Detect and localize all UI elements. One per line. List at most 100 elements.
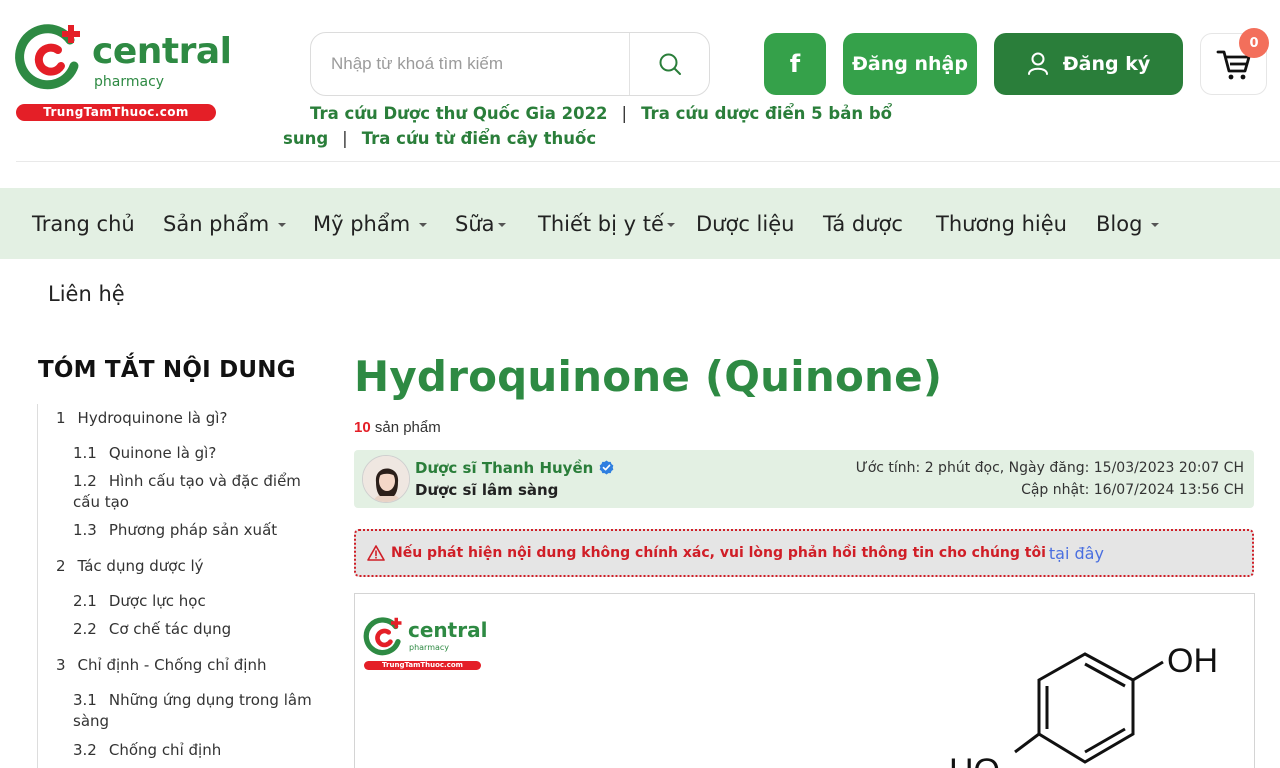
toc-item-number: 1.2 xyxy=(73,472,97,490)
toc-item-number: 2.2 xyxy=(73,620,97,638)
toc-item-label: Hình cấu tạo và đặc điểm cấu tạo xyxy=(73,472,301,511)
feedback-link[interactable]: tại đây xyxy=(1049,544,1104,563)
figure-logo-domain-band: TrungTamThuoc.com xyxy=(364,661,481,670)
hydroxyl-label-left: HO xyxy=(949,752,1000,768)
author-role: Dược sĩ lâm sàng xyxy=(415,481,559,499)
toc-item[interactable]: 1.3 Phương pháp sản xuất xyxy=(73,520,313,541)
article-meta: Ước tính: 2 phút đọc, Ngày đăng: 15/03/2… xyxy=(856,457,1244,501)
facebook-button[interactable]: f xyxy=(764,33,826,95)
nav-item-label: Dược liệu xyxy=(696,211,795,236)
product-count-suffix: sản phẩm xyxy=(374,419,441,436)
login-button-label: Đăng nhập xyxy=(852,53,968,75)
central-pharmacy-logo-icon xyxy=(15,24,80,90)
site-logo[interactable]: central pharmacy TrungTamThuoc.com xyxy=(14,22,232,122)
toc-title: TÓM TẮT NỘI DUNG xyxy=(38,357,296,383)
product-count-number: 10 xyxy=(354,419,371,436)
user-icon xyxy=(1027,52,1048,75)
toc-item[interactable]: 2 Tác dụng dược lý xyxy=(56,556,296,577)
figure-logo-wordmark: central xyxy=(408,618,488,642)
chemical-structure-figure: central pharmacy TrungTamThuoc.com OH HO xyxy=(354,593,1255,768)
page-title: Hydroquinone (Quinone) xyxy=(354,352,943,401)
toc-item-label: Phương pháp sản xuất xyxy=(108,521,278,539)
nav-item-cosmetics[interactable]: Mỹ phẩm xyxy=(313,188,428,259)
search-input[interactable] xyxy=(331,33,621,95)
toc-item-label: Những ứng dụng trong lâm sàng xyxy=(73,691,312,730)
logo-subtitle: pharmacy xyxy=(94,74,165,90)
caret-down-icon xyxy=(666,222,675,227)
nav-item-excipients[interactable]: Tá dược xyxy=(823,188,903,259)
toc-item-number: 3.1 xyxy=(73,691,97,709)
nav-item-label: Sản phẩm xyxy=(163,211,270,236)
hydroquinone-structure: OH HO xyxy=(949,642,1218,768)
central-pharmacy-logo-icon xyxy=(363,617,402,656)
nav-item-milk[interactable]: Sữa xyxy=(455,188,506,259)
header-divider xyxy=(16,161,1280,162)
caret-down-icon xyxy=(1151,222,1160,227)
toc-item[interactable]: 2.2 Cơ chế tác dụng xyxy=(73,619,313,640)
toc-item-label: Cơ chế tác dụng xyxy=(108,620,232,638)
login-button[interactable]: Đăng nhập xyxy=(843,33,977,95)
toc-item[interactable]: 1.1 Quinone là gì? xyxy=(73,443,313,464)
search-icon xyxy=(659,53,681,75)
verified-badge-icon xyxy=(599,460,614,475)
quick-link-cay-thuoc[interactable]: Tra cứu từ điển cây thuốc xyxy=(362,129,596,148)
nav-item-label: Thương hiệu xyxy=(936,211,1067,236)
quick-link-separator: | xyxy=(342,129,348,148)
toc-item-label: Hydroquinone là gì? xyxy=(77,409,228,427)
facebook-icon: f xyxy=(789,50,801,78)
toc-item-label: Chống chỉ định xyxy=(108,741,222,759)
nav-item-products[interactable]: Sản phẩm xyxy=(163,188,287,259)
quick-link-duoc-thu[interactable]: Tra cứu Dược thư Quốc Gia 2022 xyxy=(310,104,608,123)
toc-item-number: 3 xyxy=(56,656,66,674)
caret-down-icon xyxy=(497,222,506,227)
toc-border xyxy=(37,404,38,768)
logo-wordmark: central xyxy=(92,31,232,72)
author-name-link[interactable]: Dược sĩ Thanh Huyền xyxy=(415,459,614,477)
updated-date: Cập nhật: 16/07/2024 13:56 CH xyxy=(1021,482,1244,498)
toc-item-number: 1.1 xyxy=(73,444,97,462)
toc-item[interactable]: 3 Chỉ định - Chống chỉ định xyxy=(56,655,316,676)
author-box: Dược sĩ Thanh Huyền Dược sĩ lâm sàng Ước… xyxy=(354,450,1254,508)
product-count[interactable]: 10 sản phẩm xyxy=(354,419,441,436)
nav-item-label: Blog xyxy=(1096,211,1143,236)
search-bar xyxy=(310,32,710,96)
register-button[interactable]: Đăng ký xyxy=(994,33,1183,95)
toc-item-label: Dược lực học xyxy=(108,592,206,610)
nav-item-label: Trang chủ xyxy=(32,211,135,236)
toc-item-number: 1.3 xyxy=(73,521,97,539)
toc-item-number: 2.1 xyxy=(73,592,97,610)
nav-item-label: Thiết bị y tế xyxy=(538,211,664,236)
reading-time-and-date: Ước tính: 2 phút đọc, Ngày đăng: 15/03/2… xyxy=(855,460,1244,476)
toc-item[interactable]: 3.2 Chống chỉ định xyxy=(73,740,313,761)
nav-item-brands[interactable]: Thương hiệu xyxy=(936,188,1067,259)
hydroxyl-label-top: OH xyxy=(1167,642,1218,680)
nav-item-label: Mỹ phẩm xyxy=(313,211,411,236)
nav-item-label: Tá dược xyxy=(823,211,903,236)
search-button[interactable] xyxy=(630,33,710,95)
figure-logo-subtitle: pharmacy xyxy=(409,643,450,652)
nav-item-herbs[interactable]: Dược liệu xyxy=(696,188,794,259)
nav-item-blog[interactable]: Blog xyxy=(1096,188,1160,259)
nav-item-medical-devices[interactable]: Thiết bị y tế xyxy=(538,188,675,259)
caret-down-icon xyxy=(419,222,428,227)
quick-link-separator: | xyxy=(621,104,628,123)
nav-item-label: Sữa xyxy=(455,211,495,236)
quick-links: Tra cứu Dược thư Quốc Gia 2022 | Tra cứu d… xyxy=(283,101,1003,151)
toc-item-number: 3.2 xyxy=(73,741,97,759)
toc-item[interactable]: 2.1 Dược lực học xyxy=(73,591,313,612)
main-nav: Trang chủ Sản phẩm Mỹ phẩm Sữa Thiết bị … xyxy=(0,188,1280,259)
warning-text: Nếu phát hiện nội dung không chính xác, … xyxy=(391,545,1046,561)
nav-item-contact[interactable]: Liên hệ xyxy=(48,282,125,306)
feedback-warning-banner: Nếu phát hiện nội dung không chính xác, … xyxy=(354,529,1254,577)
toc-item[interactable]: 1.2 Hình cấu tạo và đặc điểm cấu tạo xyxy=(73,471,308,513)
toc-item[interactable]: 1 Hydroquinone là gì? xyxy=(56,408,296,429)
nav-item-home[interactable]: Trang chủ xyxy=(32,188,135,259)
cart-count-badge: 0 xyxy=(1239,28,1269,58)
toc-item[interactable]: 3.1 Những ứng dụng trong lâm sàng xyxy=(73,690,313,732)
warning-icon xyxy=(367,545,385,561)
toc-item-label: Chỉ định - Chống chỉ định xyxy=(77,656,267,674)
author-photo-icon xyxy=(363,456,409,502)
avatar[interactable] xyxy=(362,455,410,503)
figure-watermark-logo: central pharmacy TrungTamThuoc.com xyxy=(363,616,487,676)
author-name: Dược sĩ Thanh Huyền xyxy=(415,459,594,477)
